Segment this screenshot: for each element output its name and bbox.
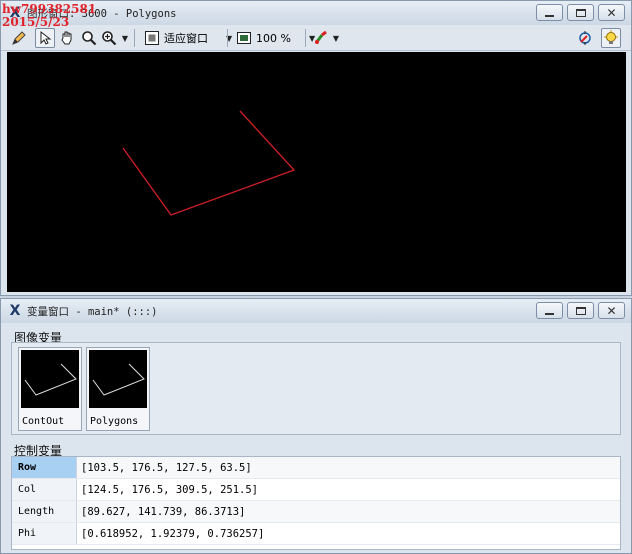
- minimize-icon: [545, 312, 554, 315]
- variable-window-title: 变量窗口 - main* (:::): [27, 306, 158, 318]
- variable-window: Ⅹ 变量窗口 - main* (:::) ✕ 图像变量 ContOut Poly…: [0, 298, 632, 554]
- maximize-button[interactable]: [567, 4, 594, 21]
- control-var-value: [124.5, 176.5, 309.5, 251.5]: [77, 479, 620, 500]
- zoom-in-icon[interactable]: [99, 28, 119, 48]
- variable-window-titlebar[interactable]: Ⅹ 变量窗口 - main* (:::) ✕: [1, 299, 631, 323]
- polygon-drawing: [122, 110, 296, 216]
- close-button[interactable]: ✕: [598, 4, 625, 21]
- zoom-percent-icon: [237, 32, 251, 44]
- control-var-value: [0.618952, 1.92379, 0.736257]: [77, 523, 620, 544]
- magnifier-icon[interactable]: [79, 28, 99, 48]
- control-var-name: Row: [12, 457, 77, 478]
- pointer-icon[interactable]: [35, 28, 55, 48]
- table-row[interactable]: Col [124.5, 176.5, 309.5, 251.5]: [12, 479, 620, 501]
- polygon-contour: [122, 110, 296, 216]
- zoom-dropdown-arrow[interactable]: ▼: [120, 28, 130, 48]
- close-icon: ✕: [606, 303, 617, 318]
- toolbar-divider: [227, 29, 228, 47]
- minimize-button[interactable]: [536, 4, 563, 21]
- bulb-icon[interactable]: [601, 28, 621, 48]
- polygon-thumbnail: [89, 350, 147, 408]
- image-var-name: Polygons: [90, 416, 139, 427]
- minimize-icon: [545, 14, 554, 17]
- control-var-name: Length: [12, 501, 77, 522]
- halcon-icon: Ⅹ: [9, 303, 21, 319]
- hand-icon[interactable]: [57, 28, 77, 48]
- watermark-date: 2015/5/23: [2, 15, 70, 29]
- image-var-thumb[interactable]: ContOut: [18, 347, 82, 431]
- maximize-icon: [575, 8, 586, 17]
- image-var-thumb[interactable]: Polygons: [86, 347, 150, 431]
- table-row[interactable]: Phi [0.618952, 1.92379, 0.736257]: [12, 523, 620, 545]
- control-var-value: [89.627, 141.739, 86.3713]: [77, 501, 620, 522]
- maximize-icon: [575, 306, 586, 315]
- color-brush-icon[interactable]: [311, 28, 331, 48]
- contour-thumbnail: [21, 350, 79, 408]
- close-button[interactable]: ✕: [598, 302, 625, 319]
- image-var-name: ContOut: [22, 416, 65, 427]
- close-icon: ✕: [606, 5, 617, 20]
- toolbar-divider: [134, 29, 135, 47]
- control-vars-table: Row [103.5, 176.5, 127.5, 63.5] Col [124…: [11, 456, 621, 550]
- control-var-name: Col: [12, 479, 77, 500]
- control-var-name: Phi: [12, 523, 77, 544]
- maximize-button[interactable]: [567, 302, 594, 319]
- watermark: hw799382581 2015/5/23: [2, 3, 96, 29]
- zoom-percent-label: 100 %: [256, 31, 291, 45]
- fit-window-icon: [145, 31, 159, 45]
- fit-window-label: 适应窗口: [164, 32, 208, 45]
- image-vars-panel: ContOut Polygons: [11, 342, 621, 435]
- control-var-value: [103.5, 176.5, 127.5, 63.5]: [77, 457, 620, 478]
- window-controls: ✕: [536, 302, 625, 319]
- crosshair-icon[interactable]: [575, 28, 595, 48]
- minimize-button[interactable]: [536, 302, 563, 319]
- pencil-icon[interactable]: [9, 28, 29, 48]
- graphics-canvas[interactable]: [7, 52, 626, 292]
- window-controls: ✕: [536, 4, 625, 21]
- toolbar-divider: [305, 29, 306, 47]
- color-dropdown-arrow[interactable]: ▼: [331, 28, 341, 48]
- graphics-window: Ⅹ 图形窗口: 3600 - Polygons ✕ ▼ 适应窗口 ▼ 100 %…: [0, 0, 632, 296]
- fit-window-combo[interactable]: 适应窗口 ▼: [141, 28, 235, 48]
- table-row[interactable]: Row [103.5, 176.5, 127.5, 63.5]: [12, 457, 620, 479]
- table-row[interactable]: Length [89.627, 141.739, 86.3713]: [12, 501, 620, 523]
